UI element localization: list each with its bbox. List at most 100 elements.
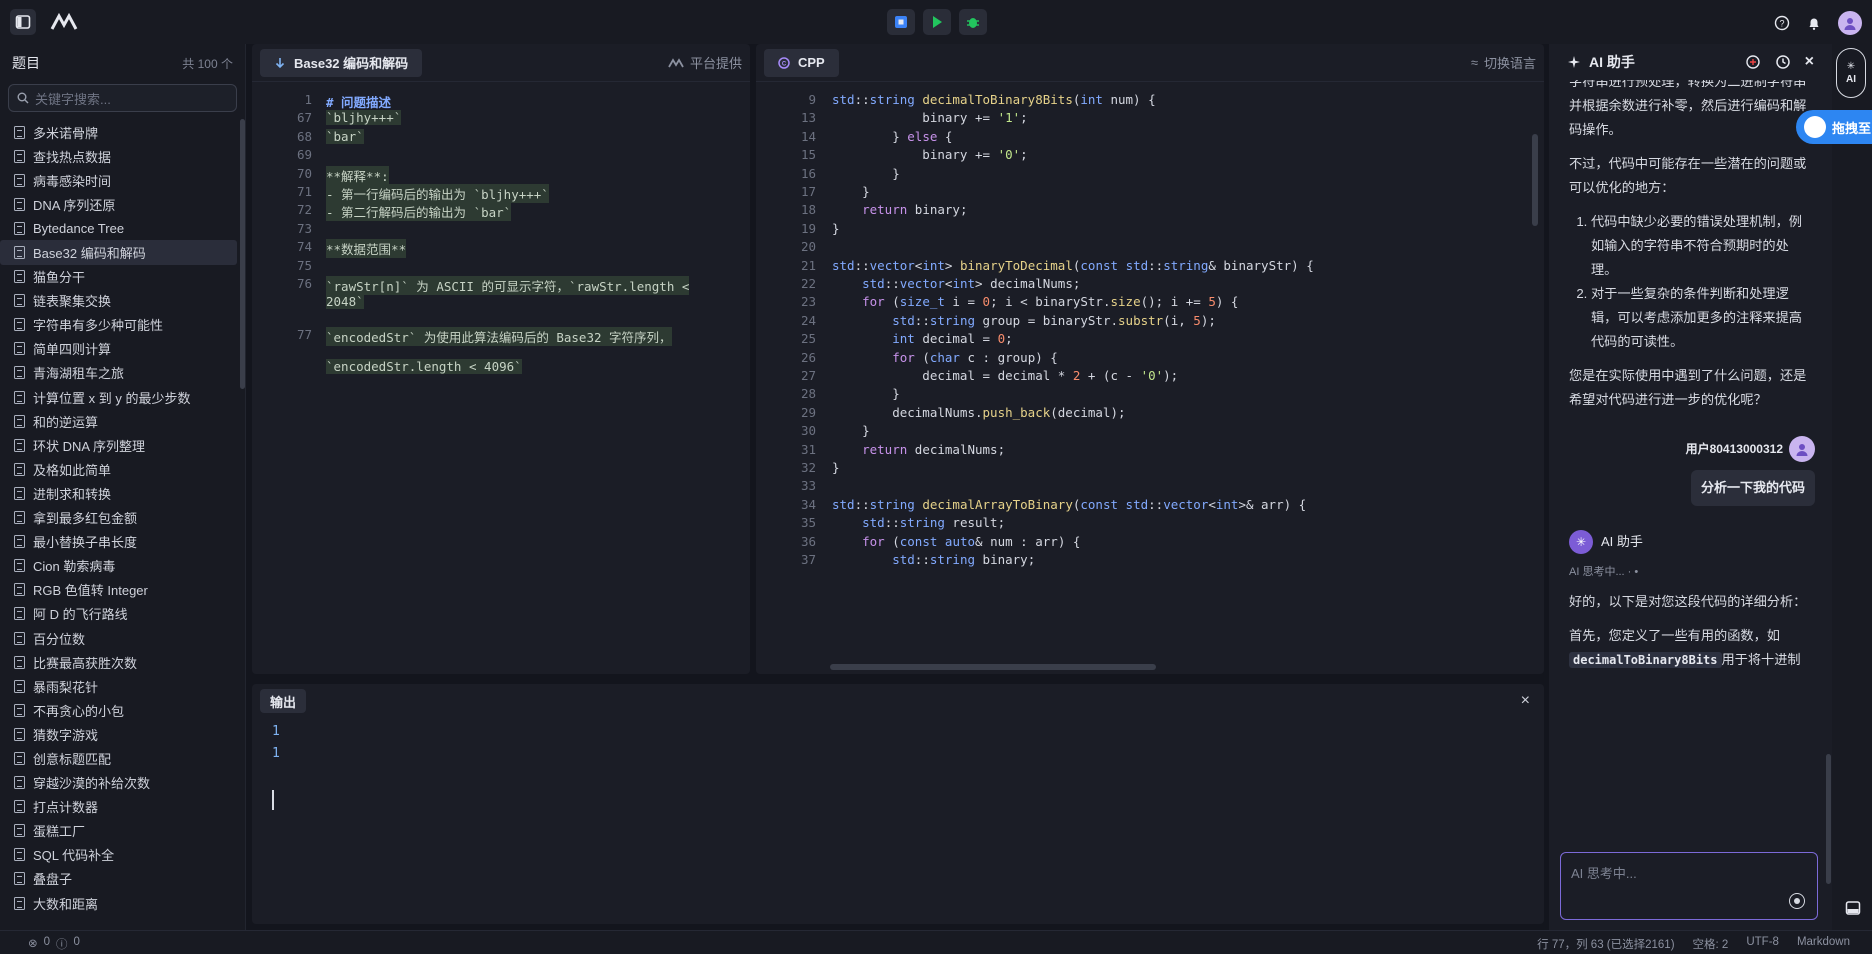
sidebar-item[interactable]: 拿到最多红包金额: [0, 506, 245, 530]
sidebar-item[interactable]: 进制求和转换: [0, 481, 245, 505]
sidebar-item[interactable]: 大数和距离: [0, 891, 245, 915]
sidebar-item[interactable]: 暴雨梨花针: [0, 674, 245, 698]
sidebar-item[interactable]: 比赛最高获胜次数: [0, 650, 245, 674]
submit-button[interactable]: [887, 9, 915, 35]
help-icon[interactable]: ?: [1774, 15, 1790, 31]
close-ai-icon[interactable]: ×: [1805, 53, 1814, 71]
sidebar-item[interactable]: 及格如此简单: [0, 457, 245, 481]
sidebar-item-label: 穿越沙漠的补给次数: [33, 776, 151, 792]
document-icon: [14, 535, 25, 549]
ai-toggle-button[interactable]: ✳ AI: [1836, 48, 1866, 98]
ai-scrollbar[interactable]: [1826, 754, 1831, 884]
new-chat-icon[interactable]: [1745, 54, 1761, 70]
user-message-header: 用户80413000312: [1569, 436, 1815, 462]
sidebar-item-label: 拿到最多红包金额: [33, 511, 138, 527]
sidebar-item[interactable]: 蛋糕工厂: [0, 819, 245, 843]
sidebar-item-label: 猜数字游戏: [33, 727, 99, 743]
code-line: std::string decimalArrayToBinary(const s…: [832, 496, 1307, 512]
sidebar-item[interactable]: 叠盘子: [0, 867, 245, 891]
ai-point: 对于一些复杂的条件判断和处理逻辑，可以考虑添加更多的注释来提高代码的可读性。: [1591, 282, 1815, 354]
sidebar-item[interactable]: 猜数字游戏: [0, 722, 245, 746]
code-line: std::vector<int> decimalNums;: [862, 276, 1081, 291]
debug-button[interactable]: [959, 9, 987, 35]
sidebar-item[interactable]: 病毒感染时间: [0, 168, 245, 192]
sidebar-item[interactable]: 字符串有多少种可能性: [0, 313, 245, 337]
sidebar-item-label: 查找热点数据: [33, 149, 112, 165]
language-mode[interactable]: Markdown: [1797, 936, 1850, 952]
tab-cpp-label: CPP: [798, 55, 825, 70]
line-number: 20: [800, 239, 816, 255]
close-output-button[interactable]: ×: [1521, 692, 1530, 710]
sidebar-item[interactable]: Bytedance Tree: [0, 216, 245, 240]
sidebar-item[interactable]: 简单四则计算: [0, 337, 245, 361]
warning-count[interactable]: 0: [74, 936, 80, 952]
sidebar-item[interactable]: Cion 勒索病毒: [0, 554, 245, 578]
tab-cpp[interactable]: C CPP: [764, 48, 839, 77]
code-vertical-scrollbar[interactable]: [1532, 134, 1538, 226]
error-count[interactable]: 0: [44, 936, 50, 952]
panel-layout-icon[interactable]: [1845, 900, 1861, 916]
run-button[interactable]: [923, 9, 951, 35]
tab-output[interactable]: 输出: [260, 689, 307, 713]
sidebar-item[interactable]: 计算位置 x 到 y 的最少步数: [0, 385, 245, 409]
line-number: 72: [296, 202, 312, 218]
line-number: 71: [296, 184, 312, 199]
code-line: }: [832, 460, 840, 475]
sidebar-item[interactable]: 查找热点数据: [0, 144, 245, 168]
toggle-sidebar-button[interactable]: [10, 9, 36, 35]
sidebar-item[interactable]: 青海湖租车之旅: [0, 361, 245, 385]
ai-points-list: 代码中缺少必要的错误处理机制，例如输入的字符串不符合预期时的处理。 对于一些复杂…: [1569, 210, 1815, 354]
search-input[interactable]: 关键字搜索...: [8, 84, 237, 112]
drag-search-button[interactable]: 拖拽至: [1796, 110, 1872, 144]
sidebar-item[interactable]: SQL 代码补全: [0, 843, 245, 867]
sidebar-item[interactable]: 环状 DNA 序列整理: [0, 433, 245, 457]
sidebar-item-label: 创意标题匹配: [33, 751, 112, 767]
sidebar-item[interactable]: 猫鱼分干: [0, 265, 245, 289]
sidebar-item[interactable]: Base32 编码和解码: [0, 240, 237, 265]
ai-conversation: 字符串进行预处理，转换为二进制字符串并根据余数进行补零，然后进行编码和解码操作。…: [1569, 80, 1815, 850]
ai-point: 代码中缺少必要的错误处理机制，例如输入的字符串不符合预期时的处理。: [1591, 210, 1815, 282]
sidebar-title: 题目: [12, 55, 40, 71]
switch-language-button[interactable]: ≈ 切换语言: [1471, 53, 1536, 72]
code-line: `bljhy+++`: [326, 110, 402, 126]
sidebar-item[interactable]: 百分位数: [0, 626, 245, 650]
sidebar-item[interactable]: 链表聚集交换: [0, 289, 245, 313]
document-icon: [14, 655, 25, 669]
marscode-logo[interactable]: [50, 13, 78, 31]
tab-problem[interactable]: Base32 编码和解码: [260, 48, 423, 77]
line-number: 9: [808, 92, 816, 107]
problem-sidebar: 题目 共 100 个 关键字搜索... 多米诺骨牌 查找热点数据 病毒感染时间 DNA…: [0, 44, 246, 930]
sidebar-item[interactable]: 多米诺骨牌: [0, 120, 245, 144]
sidebar-item[interactable]: 穿越沙漠的补给次数: [0, 771, 245, 795]
encoding[interactable]: UTF-8: [1746, 936, 1779, 952]
cursor-position[interactable]: 行 77，列 63 (已选择2161): [1537, 936, 1674, 952]
document-icon: [14, 511, 25, 525]
cpp-icon: C: [778, 56, 790, 69]
sidebar-item[interactable]: DNA 序列还原: [0, 192, 245, 216]
sidebar-item[interactable]: 和的逆运算: [0, 409, 245, 433]
bell-icon[interactable]: [1806, 15, 1822, 31]
user-avatar[interactable]: [1838, 11, 1862, 35]
line-number: 73: [296, 220, 312, 236]
sidebar-item-label: 病毒感染时间: [33, 173, 112, 189]
indentation[interactable]: 空格: 2: [1693, 936, 1729, 952]
sidebar-item[interactable]: RGB 色值转 Integer: [0, 578, 245, 602]
document-icon: [14, 486, 25, 500]
sidebar-item-label: 蛋糕工厂: [33, 824, 86, 840]
sidebar-item[interactable]: 最小替换子串长度: [0, 530, 245, 554]
stop-generating-button[interactable]: [1789, 893, 1805, 909]
problem-markdown-editor[interactable]: 1 # 问题描述 67 `bljhy+++` 68 `bar` 69 70 **解释**: 71-…: [252, 88, 750, 674]
sidebar-item[interactable]: 二叉树供暖: [0, 915, 245, 920]
code-editor[interactable]: 9 std::string decimalToBinary8Bits(int nu…: [756, 88, 1544, 674]
code-horizontal-scrollbar[interactable]: [830, 664, 1156, 670]
line-number: 33: [800, 478, 816, 494]
document-icon: [14, 583, 25, 597]
sidebar-item[interactable]: 阿 D 的飞行路线: [0, 602, 245, 626]
code-line: }: [832, 184, 870, 199]
history-icon[interactable]: [1775, 54, 1791, 70]
sidebar-item[interactable]: 不再贪心的小包: [0, 698, 245, 722]
ai-chat-input[interactable]: AI 思考中...: [1560, 852, 1818, 920]
sidebar-scrollbar[interactable]: [240, 119, 245, 389]
sidebar-item[interactable]: 打点计数器: [0, 795, 245, 819]
sidebar-item[interactable]: 创意标题匹配: [0, 746, 245, 770]
